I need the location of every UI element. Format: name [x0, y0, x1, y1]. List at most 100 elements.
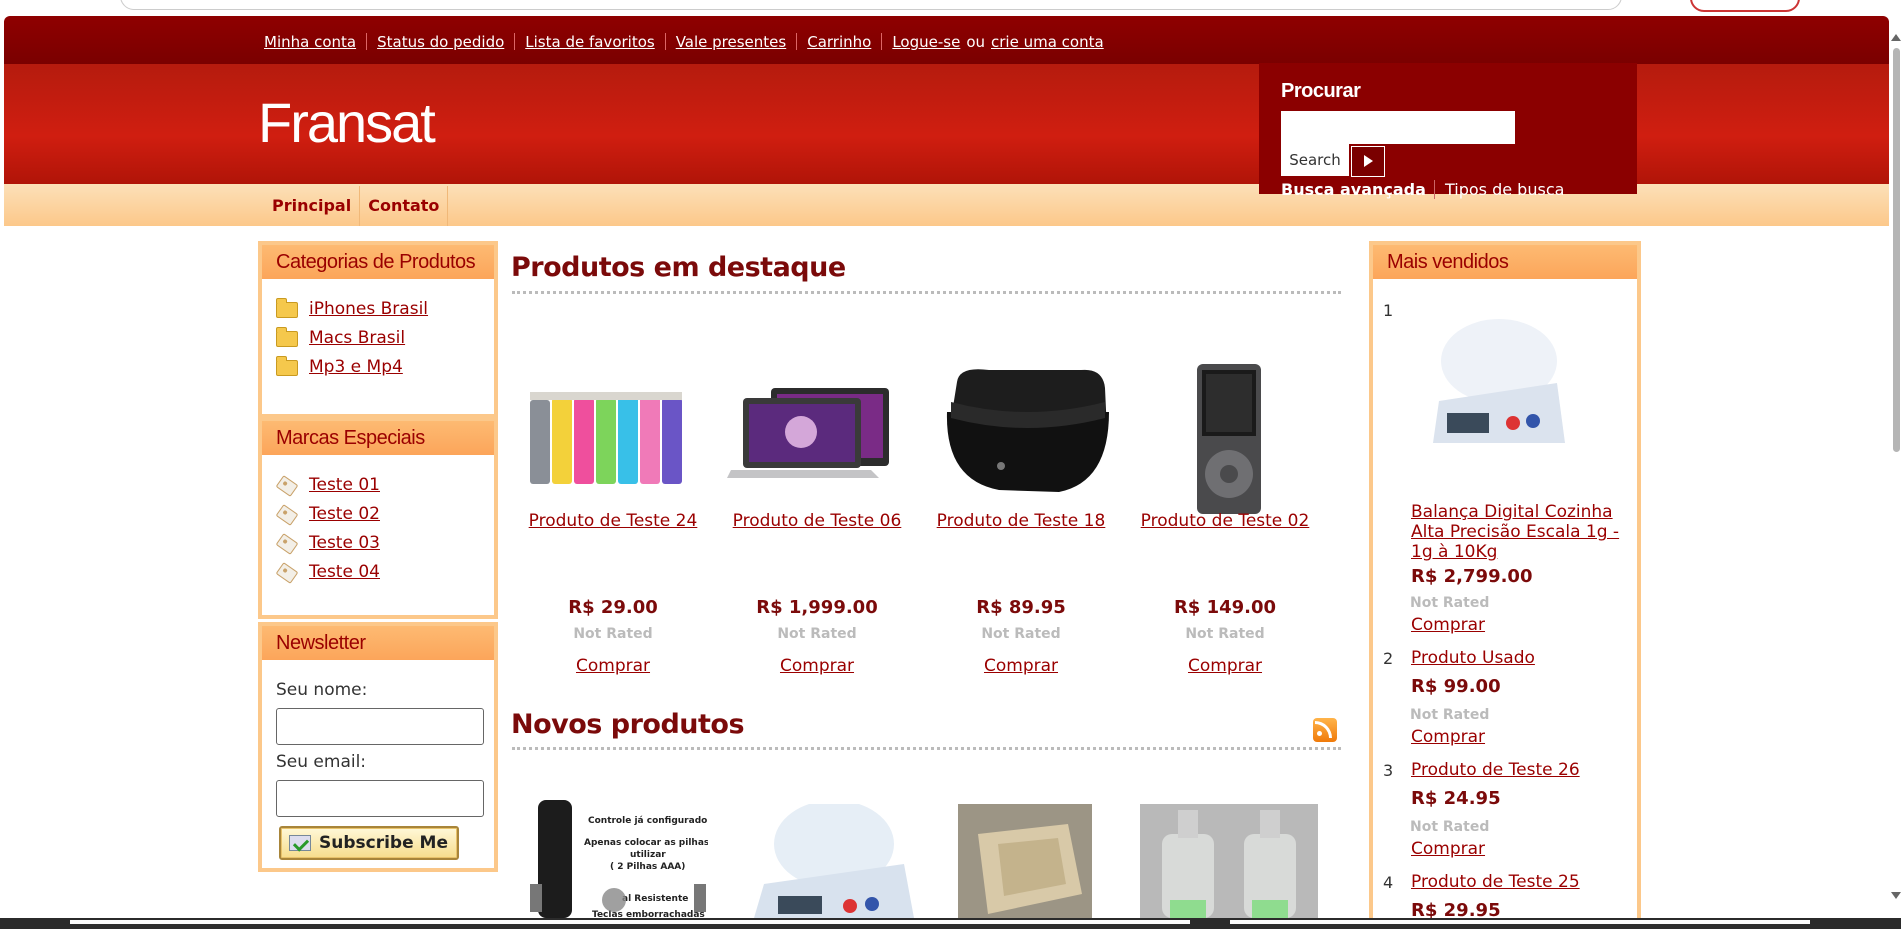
product-image-bottles	[1140, 804, 1318, 918]
gift-voucher-link[interactable]: Vale presentes	[676, 33, 787, 51]
create-account-link[interactable]: crie uma conta	[991, 33, 1104, 51]
product-rating: Not Rated	[981, 626, 1061, 642]
email-label: Seu email:	[276, 752, 367, 772]
divider	[796, 33, 798, 50]
scrollbar-thumb[interactable]	[1893, 48, 1900, 452]
search-title: Procurar	[1281, 80, 1361, 102]
product-price: R$ 1,999.00	[756, 597, 878, 618]
featured-heading: Produtos em destaque	[511, 252, 846, 283]
bestseller-price: R$ 24.95	[1411, 788, 1501, 809]
category-link[interactable]: iPhones Brasil	[309, 299, 428, 319]
nav-contact[interactable]: Contato	[360, 186, 449, 226]
bestseller-rating: Not Rated	[1410, 595, 1490, 611]
bestseller-image-scale	[1433, 319, 1565, 443]
my-account-link[interactable]: Minha conta	[264, 33, 356, 51]
product-link[interactable]: Produto de Teste 18	[921, 511, 1121, 531]
folder-icon	[276, 298, 298, 318]
bestseller-buy-link[interactable]: Comprar	[1411, 839, 1485, 859]
remote-caption-line: ( 2 Pilhas AAA)	[610, 862, 686, 872]
bestseller-link[interactable]: Produto de Teste 25	[1411, 872, 1621, 892]
tag-icon	[275, 533, 299, 555]
bestseller-rating: Not Rated	[1410, 707, 1490, 723]
browser-top-strip	[0, 0, 1901, 16]
bestseller-buy-link[interactable]: Comprar	[1411, 615, 1485, 635]
search-label-button[interactable]: Search	[1281, 144, 1349, 176]
scroll-up-icon[interactable]	[1891, 34, 1901, 41]
carousel-next-icon[interactable]	[694, 884, 706, 912]
bestseller-link[interactable]: Produto Usado	[1411, 648, 1621, 668]
advanced-search-link[interactable]: Busca avançada	[1281, 180, 1426, 199]
new-products-divider	[512, 747, 1341, 750]
bestsellers-box: Mais vendidos 1 Balança Digital Cozinha …	[1369, 241, 1641, 918]
folder-icon	[276, 327, 298, 347]
category-link[interactable]: Macs Brasil	[309, 328, 405, 348]
product-image-ipod	[1197, 364, 1261, 514]
product-image-scale	[754, 804, 914, 918]
rss-feed-icon[interactable]	[1313, 718, 1337, 742]
or-text: ou	[966, 33, 985, 51]
bestsellers-title: Mais vendidos	[1373, 245, 1637, 279]
tag-icon	[275, 475, 299, 497]
remote-control-body	[538, 800, 572, 918]
newsletter-name-input[interactable]	[276, 708, 484, 745]
search-types-link[interactable]: Tipos de busca	[1434, 180, 1564, 199]
product-price: R$ 149.00	[1173, 597, 1277, 618]
brand-link[interactable]: Teste 02	[309, 504, 380, 524]
product-image-bag	[946, 369, 1109, 492]
store-page: Minha conta Status do pedido Lista de favo…	[4, 16, 1889, 918]
bestseller-rating: Not Rated	[1410, 819, 1490, 835]
mail-check-icon	[289, 835, 311, 851]
newsletter-box: Newsletter Seu nome: Seu email: Subscrib…	[258, 622, 498, 872]
bestseller-price: R$ 99.00	[1411, 676, 1501, 697]
site-logo[interactable]: Fransat	[258, 90, 436, 155]
divider	[514, 33, 516, 50]
bestseller-rank: 3	[1383, 761, 1394, 780]
page-scrollbar[interactable]	[1891, 16, 1901, 918]
brand-link[interactable]: Teste 03	[309, 533, 380, 553]
newsletter-email-input[interactable]	[276, 780, 484, 817]
wishlist-link[interactable]: Lista de favoritos	[525, 33, 654, 51]
search-go-button[interactable]	[1351, 146, 1385, 177]
order-status-link[interactable]: Status do pedido	[377, 33, 504, 51]
product-rating: Not Rated	[573, 626, 653, 642]
brand-link[interactable]: Teste 01	[309, 475, 380, 495]
categories-box: Categorias de Produtos iPhones Brasil Ma…	[258, 241, 498, 418]
cart-link[interactable]: Carrinho	[807, 33, 871, 51]
product-link[interactable]: Produto de Teste 06	[717, 511, 917, 531]
subscribe-button[interactable]: Subscribe Me	[279, 826, 459, 860]
bestseller-rank: 2	[1383, 649, 1394, 668]
divider	[664, 33, 666, 50]
bestseller-rank: 4	[1383, 873, 1394, 892]
carousel-prev-icon[interactable]	[530, 884, 542, 912]
scroll-down-icon[interactable]	[1891, 892, 1901, 899]
brand-link[interactable]: Teste 04	[309, 562, 380, 582]
taskbar-highlight	[70, 920, 1190, 924]
carousel-pause-icon[interactable]	[602, 888, 626, 912]
browser-profile-button[interactable]	[1690, 0, 1800, 12]
product-rating: Not Rated	[1185, 626, 1265, 642]
product-price: R$ 29.00	[568, 597, 658, 618]
nav-menu: Principal Contato	[264, 186, 449, 226]
new-products-heading: Novos produtos	[511, 709, 745, 740]
product-link[interactable]: Produto de Teste 02	[1125, 511, 1325, 531]
bestseller-buy-link[interactable]: Comprar	[1411, 727, 1485, 747]
nav-home[interactable]: Principal	[264, 186, 361, 226]
product-image-socks	[530, 392, 682, 484]
remote-caption-line: utilizar	[630, 850, 666, 860]
remote-caption-line: al Resistente	[622, 894, 689, 904]
product-rating: Not Rated	[777, 626, 857, 642]
bestseller-price: R$ 29.95	[1411, 900, 1501, 918]
bestseller-link[interactable]: Balança Digital Cozinha Alta Precisão Es…	[1411, 502, 1621, 562]
buy-link[interactable]: Comprar	[1125, 656, 1325, 676]
login-link[interactable]: Logue-se	[892, 33, 960, 51]
product-image-remote: Controle já configurado Apenas colocar a…	[530, 798, 708, 918]
product-link[interactable]: Produto de Teste 24	[513, 511, 713, 531]
browser-address-bar[interactable]	[120, 0, 1622, 10]
search-input[interactable]	[1281, 111, 1515, 144]
bestseller-link[interactable]: Produto de Teste 26	[1411, 760, 1621, 780]
category-link[interactable]: Mp3 e Mp4	[309, 357, 403, 377]
buy-link[interactable]: Comprar	[717, 656, 917, 676]
subscribe-label: Subscribe Me	[319, 833, 448, 853]
buy-link[interactable]: Comprar	[921, 656, 1121, 676]
buy-link[interactable]: Comprar	[513, 656, 713, 676]
